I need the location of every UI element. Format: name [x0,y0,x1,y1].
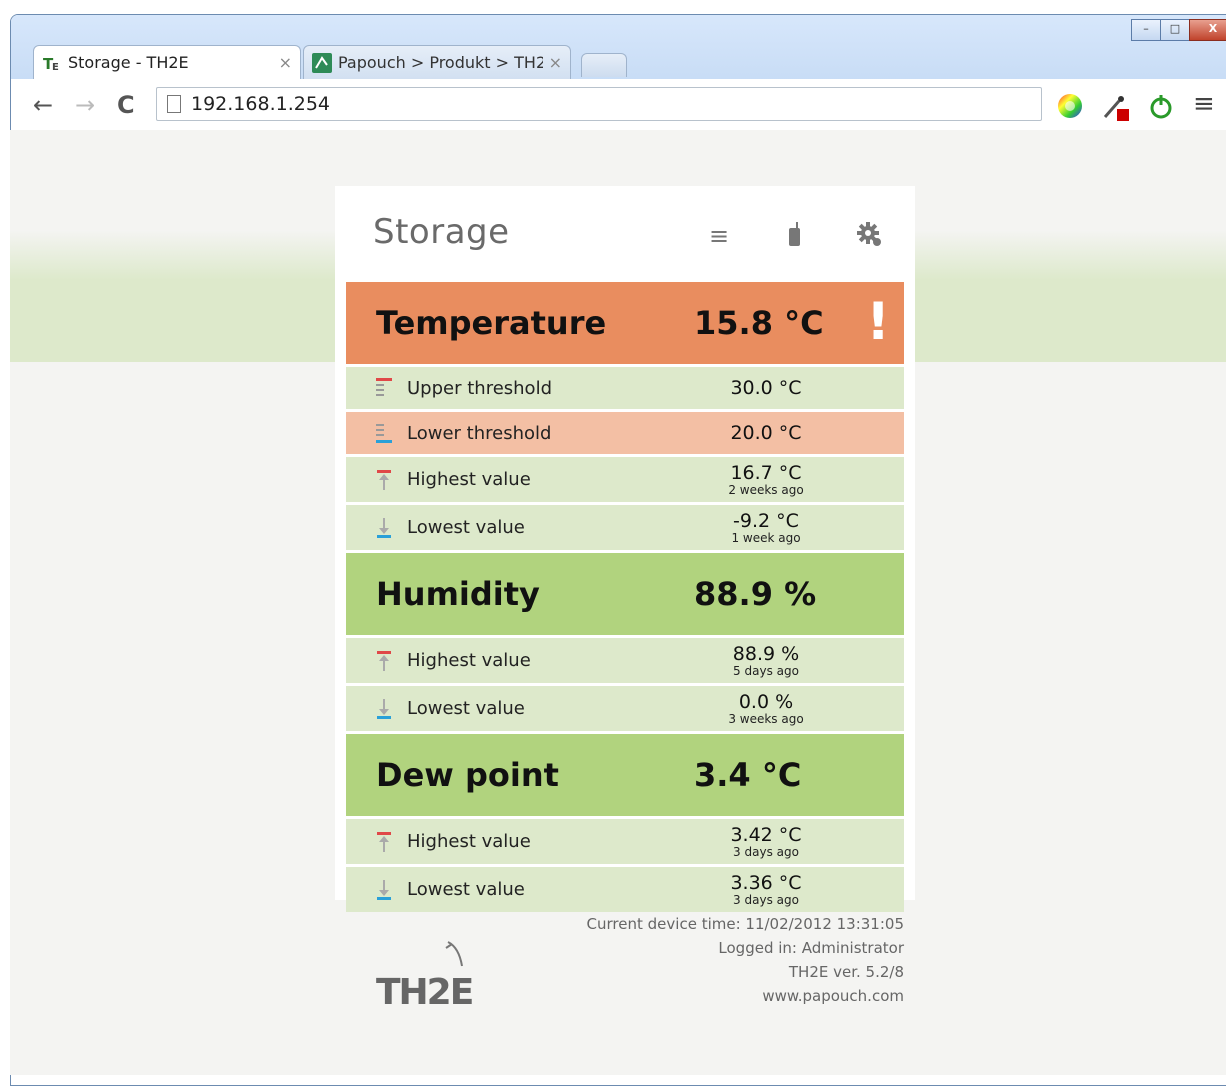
section-value: 15.8 °C [694,304,824,342]
page-title: Storage [373,212,510,252]
reload-icon[interactable]: C [117,91,135,119]
section-name: Dew point [376,756,559,794]
row-value-block: 3.36 °C 3 days ago [700,873,832,907]
row-value: 30.0 °C [730,377,802,399]
title-bar: – □ X TE Storage - TH2E × Papouch > Prod… [11,15,1226,132]
row-time-ago: 2 weeks ago [728,482,804,497]
upper-threshold-icon [373,377,395,399]
data-row-lowest-value: Lowest value 0.0 % 3 weeks ago [346,683,904,731]
row-value: 20.0 °C [730,422,802,444]
row-label: Highest value [407,650,531,671]
tab-label: Storage - TH2E [68,53,189,72]
highest-value-icon [373,469,395,491]
tab-label: Papouch > Produkt > TH2E [338,53,543,72]
alert-icon: ! [866,292,890,352]
svg-text:E: E [52,62,59,73]
address-bar[interactable]: 192.168.1.254 [156,87,1042,121]
lower-threshold-icon [373,422,395,444]
lowest-value-icon [373,698,395,720]
row-label: Highest value [407,469,531,490]
tab-storage[interactable]: TE Storage - TH2E × [33,45,301,79]
page-icon [167,95,181,113]
data-row-lowest-value: Lowest value -9.2 °C 1 week ago [346,502,904,550]
browser-toolbar: ← → C 192.168.1.254 ≡ [11,79,1226,132]
footer-info: Current device time: 11/02/2012 13:31:05… [587,912,904,1008]
row-value-block: -9.2 °C 1 week ago [700,511,832,545]
tab-close-icon[interactable]: × [549,53,562,72]
row-value: 3.42 °C [730,823,802,846]
minimize-button[interactable]: – [1131,19,1161,41]
row-value: 3.36 °C [730,871,802,894]
highest-value-icon [373,831,395,853]
row-value-block: 30.0 °C [700,378,832,398]
row-label: Lowest value [407,517,525,538]
row-value: 88.9 % [732,642,800,665]
data-row-lowest-value: Lowest value 3.36 °C 3 days ago [346,864,904,912]
row-value-block: 20.0 °C [700,423,832,443]
row-time-ago: 1 week ago [731,530,801,545]
row-label: Lowest value [407,879,525,900]
section-temperature: Temperature 15.8 °C! Upper threshold 30.0 °… [346,282,904,550]
row-label: Upper threshold [407,377,552,399]
section-header[interactable]: Humidity 88.9 % [346,553,904,635]
row-value-block: 88.9 % 5 days ago [700,644,832,678]
tab-close-icon[interactable]: × [279,53,292,72]
forward-arrow-icon[interactable]: → [75,91,95,119]
browser-menu-icon[interactable]: ≡ [1193,89,1215,119]
window-controls: – □ X [1131,19,1226,41]
row-label: Lower threshold [407,422,552,444]
lowest-value-icon [373,879,395,901]
row-time-ago: 3 weeks ago [728,711,804,726]
section-header[interactable]: Dew point 3.4 °C [346,734,904,816]
row-label: Highest value [407,831,531,852]
section-humidity: Humidity 88.9 % Highest value 88.9 % 5 days … [346,553,904,731]
row-value-block: 0.0 % 3 weeks ago [700,692,832,726]
row-value-block: 3.42 °C 3 days ago [700,825,832,859]
section-value: 3.4 °C [694,756,802,794]
mobile-icon[interactable] [787,222,803,254]
logged-in-user: Logged in: Administrator [718,939,904,957]
section-value: 88.9 % [694,575,817,613]
row-value: -9.2 °C [733,509,799,532]
page-content: Storage ≡ Temperature 15.8 °C! Upper thres… [10,130,1226,1075]
data-row-highest-value: Highest value 16.7 °C 2 weeks ago [346,454,904,502]
th2e-logo: TH2E [376,938,486,1020]
maximize-button[interactable]: □ [1160,19,1190,41]
data-row-upper-threshold: Upper threshold 30.0 °C [346,364,904,409]
firmware-version: TH2E ver. 5.2/8 [788,963,904,981]
row-value-block: 16.7 °C 2 weeks ago [700,463,832,497]
sensor-card: Storage ≡ Temperature 15.8 °C! Upper thres… [335,186,915,912]
th2e-favicon-icon: TE [42,53,62,73]
highest-value-icon [373,650,395,672]
color-wheel-icon[interactable] [1057,93,1083,123]
section-name: Temperature [376,304,607,342]
row-time-ago: 3 days ago [733,892,799,907]
tab-papouch[interactable]: Papouch > Produkt > TH2E × [303,45,571,79]
website-link[interactable]: www.papouch.com [587,984,904,1008]
row-time-ago: 5 days ago [733,663,799,678]
data-row-highest-value: Highest value 3.42 °C 3 days ago [346,816,904,864]
section-header[interactable]: Temperature 15.8 °C! [346,282,904,364]
close-window-button[interactable]: X [1189,19,1226,41]
papouch-favicon-icon [312,52,332,73]
row-value: 16.7 °C [730,461,802,484]
settings-icon[interactable] [857,222,883,254]
new-tab-button[interactable] [581,53,627,77]
data-row-highest-value: Highest value 88.9 % 5 days ago [346,635,904,683]
row-label: Lowest value [407,698,525,719]
row-time-ago: 3 days ago [733,844,799,859]
extension-icon[interactable] [1149,93,1173,123]
list-icon[interactable]: ≡ [709,222,729,250]
svg-text:TH2E: TH2E [376,972,472,1010]
data-row-lower-threshold: Lower threshold 20.0 °C [346,409,904,454]
url-text: 192.168.1.254 [191,93,331,115]
device-time: Current device time: 11/02/2012 13:31:05 [586,915,904,933]
back-arrow-icon[interactable]: ← [33,91,53,119]
row-value: 0.0 % [738,690,794,713]
section-dew-point: Dew point 3.4 °C Highest value 3.42 °C 3 day… [346,734,904,912]
lowest-value-icon [373,517,395,539]
eyedropper-icon[interactable] [1101,93,1131,127]
section-name: Humidity [376,575,540,613]
